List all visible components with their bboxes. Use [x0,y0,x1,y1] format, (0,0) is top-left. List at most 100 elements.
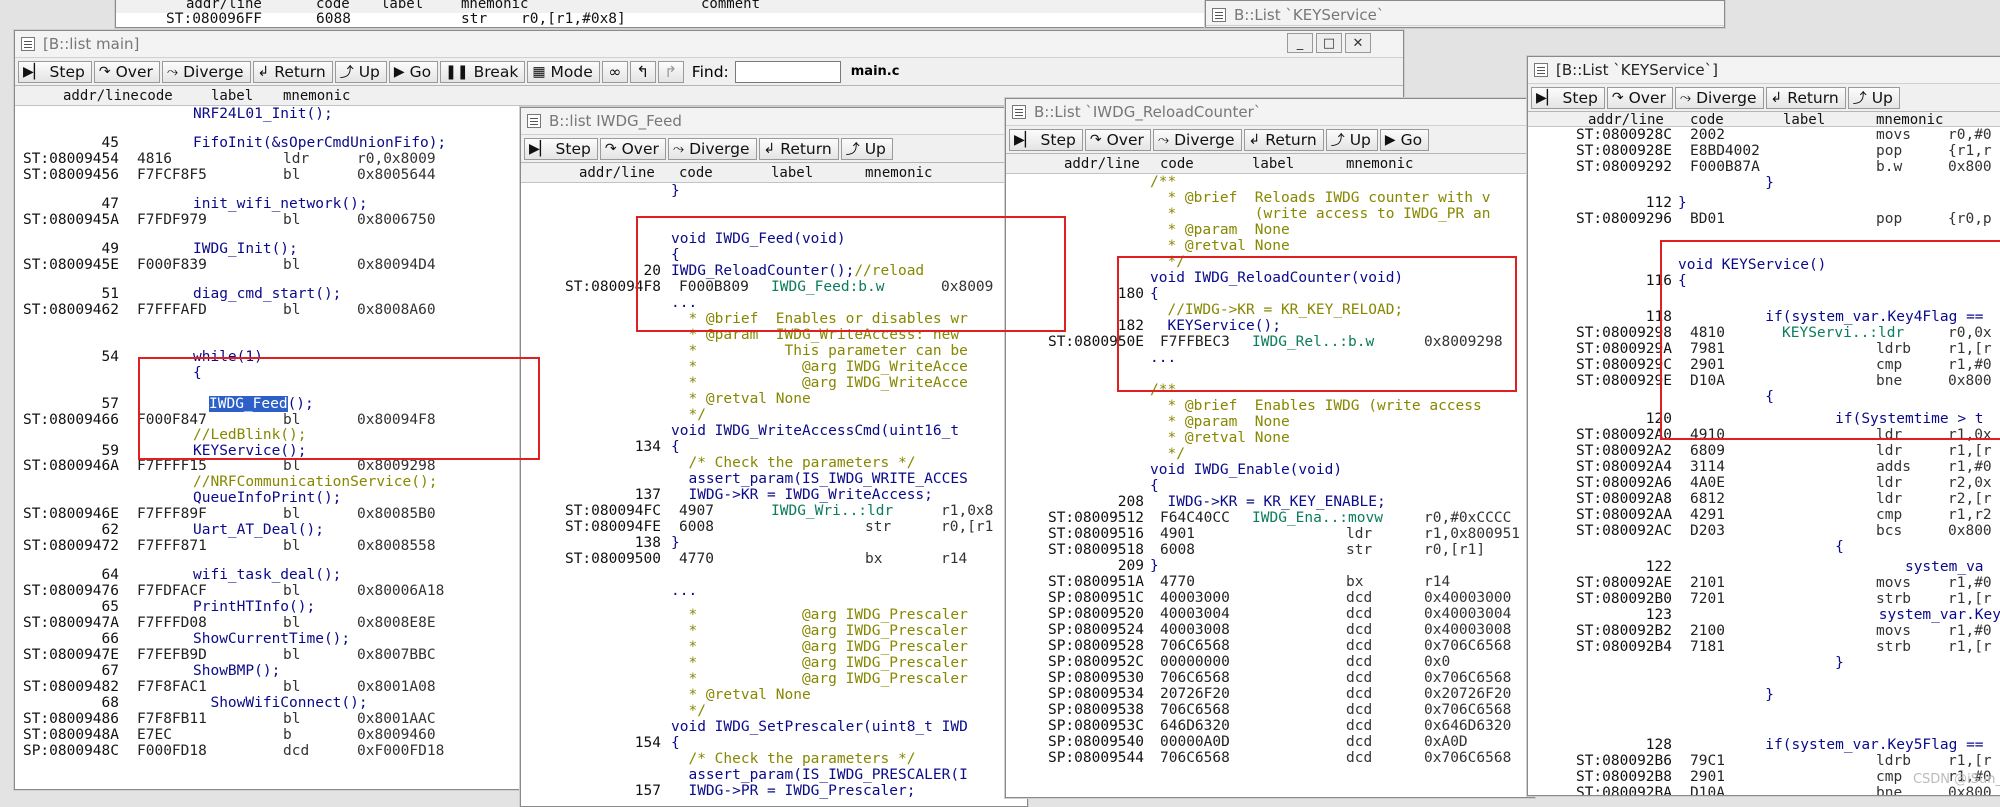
col-addr-line[interactable]: addr/line [579,165,655,181]
source-line[interactable]: assert_param(IS_IWDG_WRITE_ACCES [671,471,967,487]
code-comment[interactable]: * @arg IWDG_Prescaler [671,623,967,639]
source-line[interactable]: } [671,183,680,199]
source-line[interactable]: Uart_AT_Deal(); [193,522,324,538]
code-comment[interactable]: * (write access to IWDG_PR an [1150,206,1490,222]
iwdg-feed-window[interactable]: B::list IWDG_Feed ▶▏ Step ↷ Over ⤳ Diverge … [520,107,1028,807]
close-button[interactable]: ✕ [1345,33,1371,53]
code-comment[interactable]: */ [1150,446,1184,462]
col-code[interactable]: code [1690,112,1724,128]
up-button[interactable]: ⤴ Up [840,137,893,160]
diverge-button[interactable]: ⤳ Diverge [667,137,757,160]
return-button[interactable]: ↲ Return [252,60,333,83]
iwdg-reload-window[interactable]: B::List `IWDG_ReloadCounter` ▶▏ Step ↷ Ove… [1005,98,1535,798]
col-mnemonic[interactable]: mnemonic [865,165,932,181]
return-button[interactable]: ↲ Return [758,137,839,160]
source-line[interactable]: } [1678,687,1774,703]
source-line[interactable]: diag_cmd_start(); [193,286,341,302]
minimize-button[interactable]: _ [1287,33,1313,53]
over-button[interactable]: ↷ Over [93,60,160,83]
source-line[interactable]: { [671,735,680,751]
code-comment[interactable]: /** [1150,174,1176,190]
code-comment[interactable]: //NRFCommunicationService(); [193,474,437,490]
col-addr-line[interactable]: addr/line [1588,112,1664,128]
diverge-button[interactable]: ⤳ Diverge [1152,128,1242,151]
source-line[interactable]: } [671,535,680,551]
step-button[interactable]: ▶▏ Step [1531,86,1605,109]
source-line[interactable]: init_wifi_network(); [193,196,368,212]
go-button[interactable]: ▶ Go [1379,128,1430,151]
source-line[interactable]: IWDG_Init(); [193,241,298,257]
step-button[interactable]: ▶▏ Step [18,60,92,83]
col-label[interactable]: label [1252,156,1294,172]
code-comment[interactable]: * @brief Enables IWDG (write access [1150,398,1481,414]
go-button[interactable]: ▶ Go [388,60,439,83]
source-line[interactable]: FifoInit(&sOperCmdUnionFifo); [193,135,446,151]
code-comment[interactable]: * @param None [1150,222,1289,238]
col-addr-line[interactable]: addr/line [63,88,139,104]
source-line[interactable]: ShowWifiConnect(); [193,695,367,711]
source-line[interactable]: QueueInfoPrint(); [193,490,341,506]
code-comment[interactable]: * @arg IWDG_Prescaler [671,671,967,687]
step-button[interactable]: ▶▏ Step [1009,128,1083,151]
source-line[interactable]: } [1678,655,1844,671]
return-button[interactable]: ↲ Return [1765,86,1846,109]
code-comment[interactable]: * @retval None [1150,238,1289,254]
col-code[interactable]: code [679,165,713,181]
source-line[interactable]: } [1678,195,1687,211]
source-line[interactable]: system_va [1678,559,1984,575]
code-comment[interactable]: */ [671,703,705,719]
source-line[interactable]: } [1678,175,1774,191]
source-line[interactable]: { [1678,539,1844,555]
code-comment[interactable]: * @arg IWDG_WriteAcce [671,359,967,375]
up-button[interactable]: ⤴ Up [1325,128,1378,151]
code-comment[interactable]: * @arg IWDG_Prescaler [671,655,967,671]
source-line[interactable]: ... [671,583,697,599]
source-line[interactable]: wifi_task_deal(); [193,567,341,583]
source-line[interactable]: { [671,439,680,455]
code-comment[interactable]: /* Check the parameters */ [671,455,915,471]
source-line[interactable]: assert_param(IS_IWDG_PRESCALER(I [671,767,967,783]
return-button[interactable]: ↲ Return [1243,128,1324,151]
over-button[interactable]: ↷ Over [1606,86,1673,109]
col-code[interactable]: code [1160,156,1194,172]
step-button[interactable]: ▶▏ Step [524,137,598,160]
code-comment[interactable]: /* Check the parameters */ [671,751,915,767]
source-line[interactable]: { [1150,478,1159,494]
source-line[interactable]: } [1150,558,1159,574]
source-line[interactable]: IWDG->KR = KR_KEY_ENABLE; [1150,494,1385,510]
code-comment[interactable]: * @retval None [671,391,810,407]
break-button[interactable]: ❚❚ Break [440,60,526,83]
code-comment[interactable]: * This parameter can be [671,343,967,359]
col-label[interactable]: label [771,165,813,181]
code-comment[interactable]: * @retval None [1150,430,1289,446]
source-line[interactable]: if(system_var.Key5Flag == [1678,737,1983,753]
code-comment[interactable]: * @param None [1150,414,1289,430]
code-comment[interactable]: * @arg IWDG_WriteAcce [671,375,967,391]
col-code[interactable]: code [139,88,173,104]
source-line[interactable]: IWDG->KR = IWDG_WriteAccess; [671,487,932,503]
col-label[interactable]: label [1783,112,1825,128]
mode-button[interactable]: ▦ Mode [527,60,600,83]
source-line[interactable]: PrintHTInfo(); [193,599,315,615]
source-line[interactable]: NRF24L01_Init(); [193,106,333,122]
col-mnemonic[interactable]: mnemonic [1346,156,1413,172]
code-comment[interactable]: * @retval None [671,687,810,703]
code-comment[interactable]: * @brief Reloads IWDG counter with v [1150,190,1490,206]
over-button[interactable]: ↷ Over [1084,128,1151,151]
keyservice-code[interactable]: ST:0800928C 2002 movs r0,#0 ST:0800928E E8BD4… [1528,127,2000,795]
iwdg-reload-titlebar[interactable]: B::List `IWDG_ReloadCounter` [1006,99,1534,126]
keyservice-titlebar[interactable]: [B::List `KEYService`] [1528,57,2000,84]
col-label[interactable]: label [211,88,253,104]
glasses-button[interactable]: ∞ [601,60,628,83]
jump-forward-button[interactable]: ↱ [657,60,684,83]
col-mnemonic[interactable]: mnemonic [283,88,350,104]
source-line[interactable]: ShowCurrentTime(); [193,631,350,647]
maximize-button[interactable]: □ [1316,33,1342,53]
source-line[interactable]: void IWDG_Enable(void) [1150,462,1342,478]
source-line[interactable]: IWDG->PR = IWDG_Prescaler; [671,783,915,799]
up-button[interactable]: ⤴ Up [1847,86,1900,109]
find-input[interactable] [734,60,841,83]
code-comment[interactable]: * @arg IWDG_Prescaler [671,607,967,623]
source-line[interactable]: void IWDG_WriteAccessCmd(uint16_t [671,423,959,439]
over-button[interactable]: ↷ Over [599,137,666,160]
